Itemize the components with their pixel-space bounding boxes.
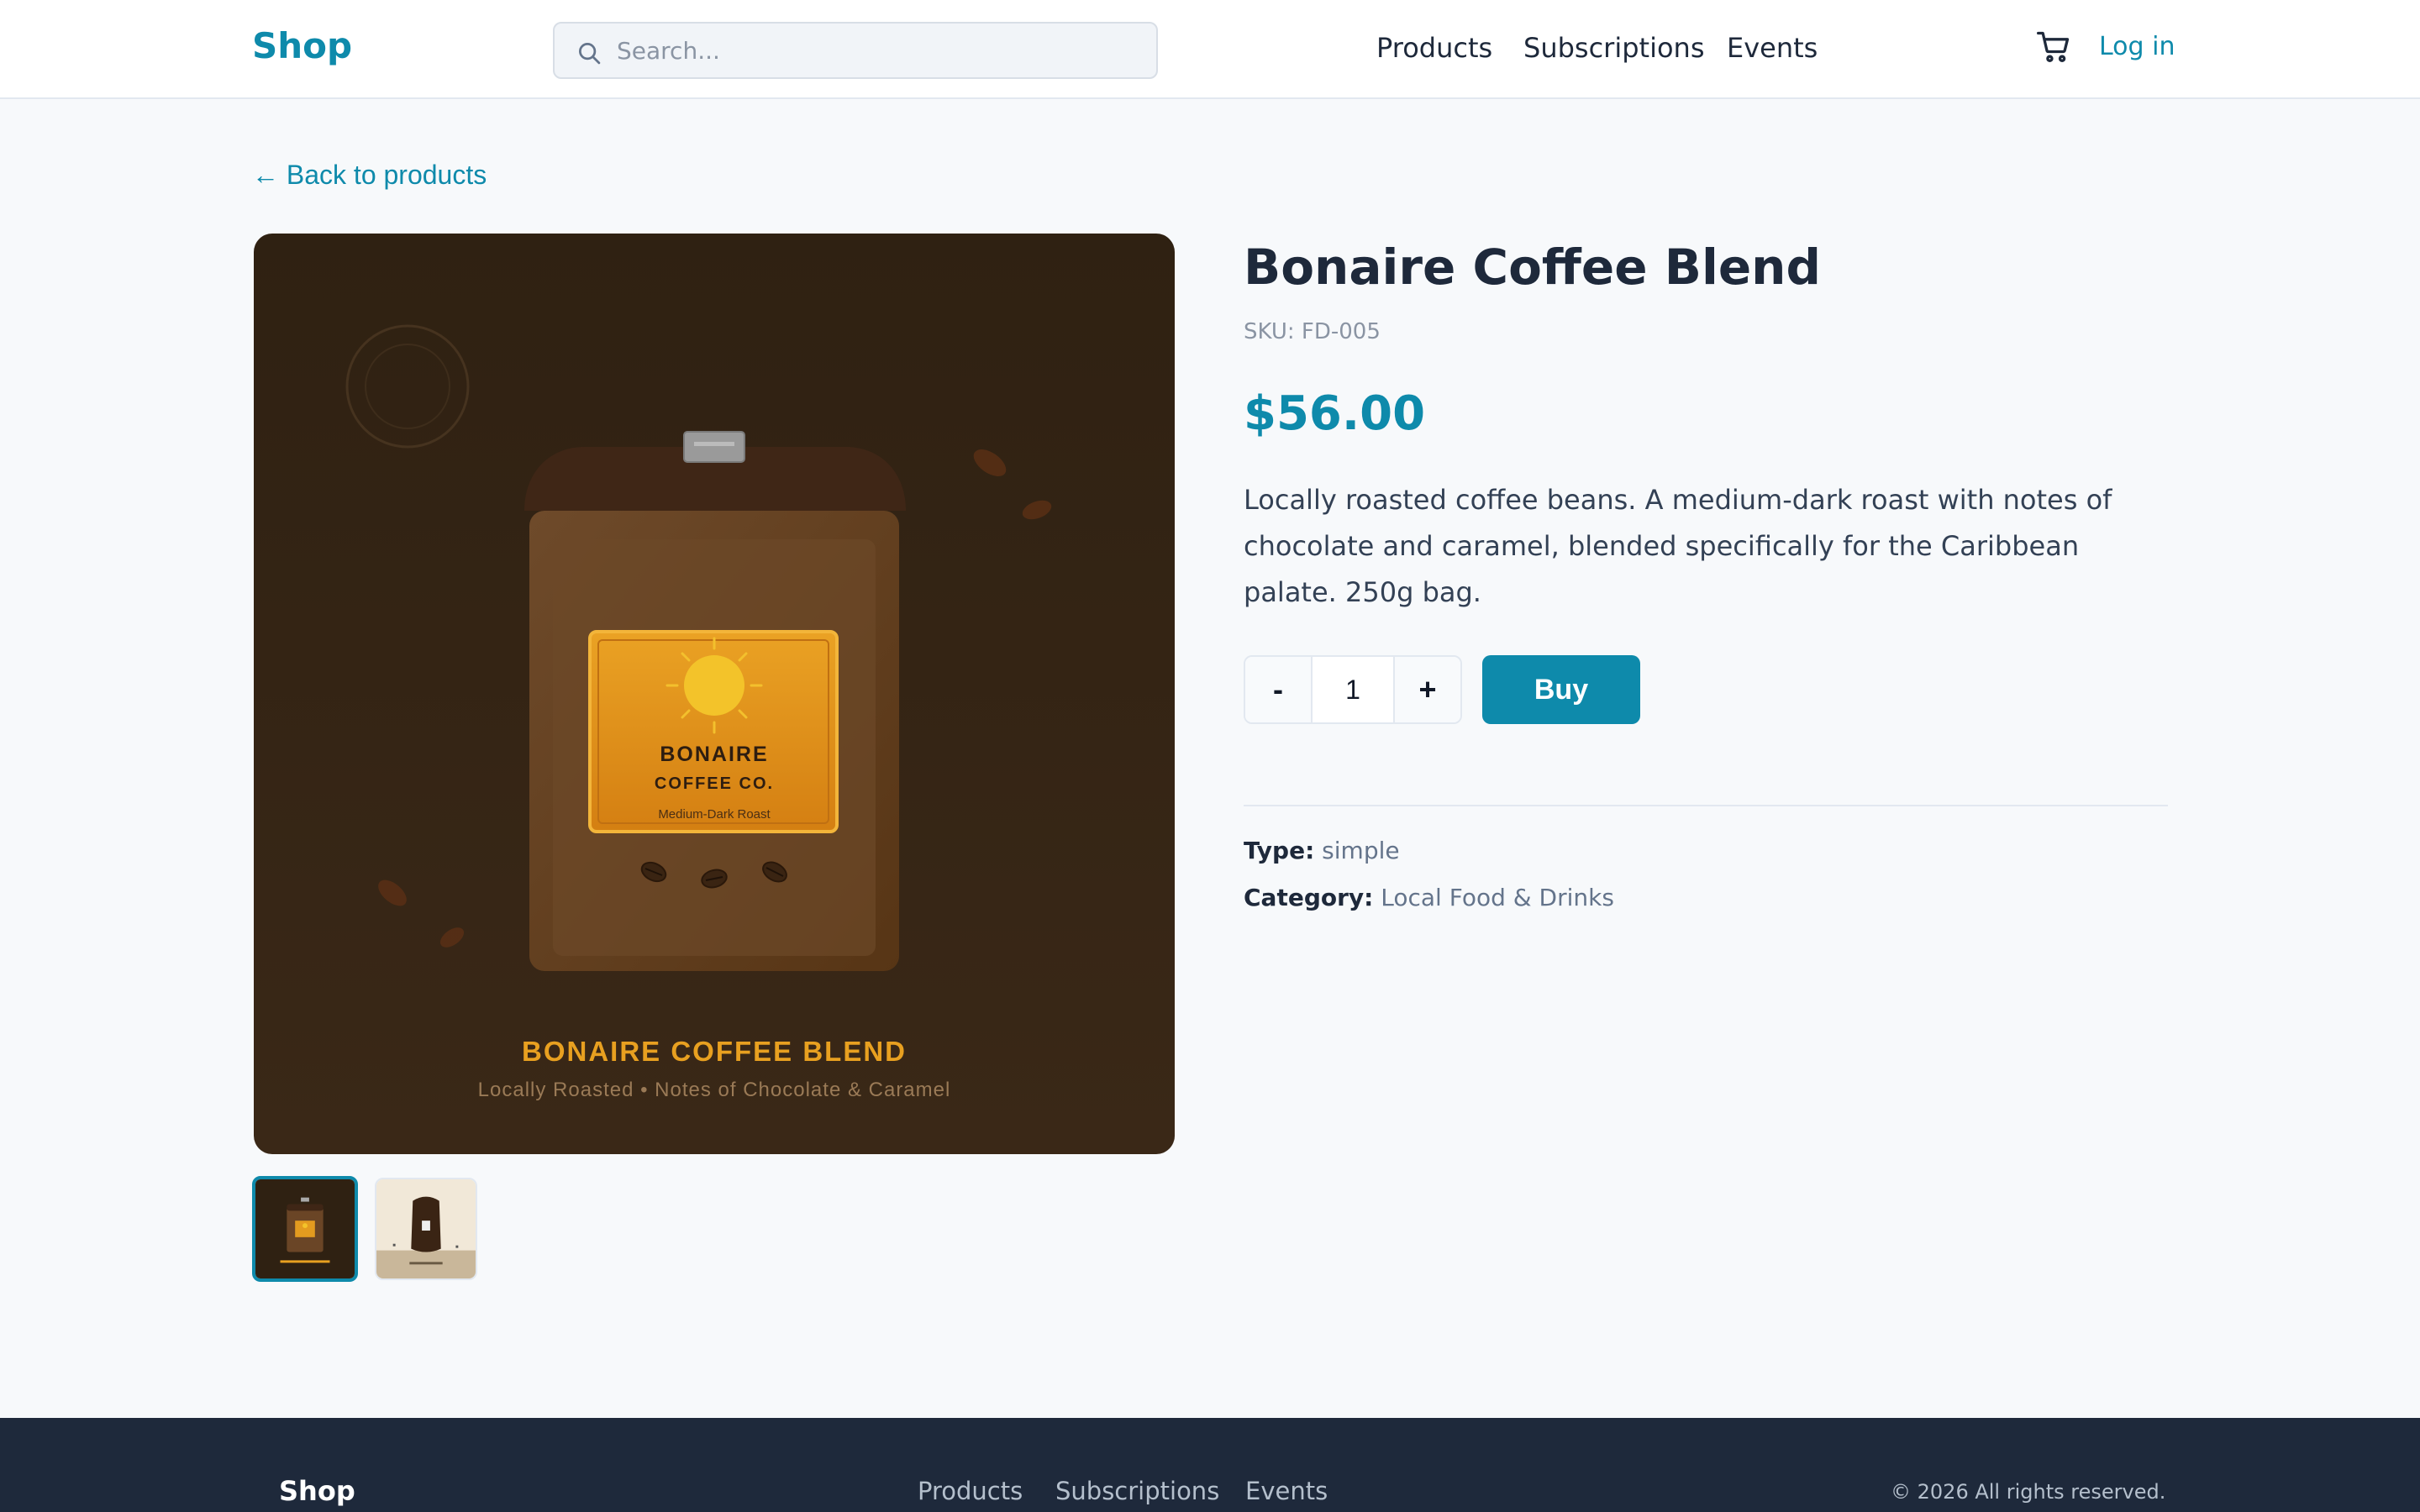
nav-events[interactable]: Events	[1727, 32, 1818, 64]
product-description: Locally roasted coffee beans. A medium-d…	[1244, 484, 2112, 608]
product-type: Type: simple	[1244, 837, 1400, 864]
footer-link-subscriptions[interactable]: Subscriptions	[1055, 1477, 1219, 1505]
label-roast-text: Medium-Dark Roast	[658, 807, 771, 822]
buy-button[interactable]: Buy	[1482, 655, 1640, 724]
product-sku: SKU: FD-005	[1244, 319, 1381, 344]
search-input[interactable]	[617, 24, 1138, 77]
search-icon	[579, 43, 601, 65]
site-logo[interactable]: Shop	[252, 25, 352, 66]
login-link[interactable]: Log in	[2099, 32, 2175, 61]
details-divider	[1244, 805, 2168, 806]
product-main-image: BONAIRE COFFEE CO. Medium-Dark Roast BON…	[254, 234, 1175, 1154]
site-footer: Shop Products Subscriptions Events © 202…	[0, 1418, 2420, 1512]
product-category: Category: Local Food & Drinks	[1244, 884, 1614, 911]
image-caption-title: BONAIRE COFFEE BLEND	[522, 1036, 907, 1067]
product-title: Bonaire Coffee Blend	[1244, 239, 1821, 296]
nav-subscriptions[interactable]: Subscriptions	[1523, 32, 1705, 64]
footer-link-products[interactable]: Products	[918, 1477, 1023, 1505]
search-box[interactable]	[553, 22, 1158, 79]
quantity-stepper: - 1 +	[1244, 655, 1462, 724]
nav-products[interactable]: Products	[1376, 32, 1492, 64]
quantity-increase-button[interactable]: +	[1393, 657, 1460, 722]
cart-icon[interactable]	[2035, 29, 2072, 66]
product-type-value: simple	[1322, 837, 1400, 864]
label-company-text: COFFEE CO.	[655, 774, 774, 793]
product-category-value: Local Food & Drinks	[1381, 884, 1614, 911]
footer-link-events[interactable]: Events	[1245, 1477, 1328, 1505]
quantity-value[interactable]: 1	[1314, 657, 1392, 722]
footer-logo[interactable]: Shop	[279, 1475, 355, 1507]
back-to-products-link[interactable]: ← Back to products	[252, 160, 487, 191]
image-caption-subtitle: Locally Roasted • Notes of Chocolate & C…	[478, 1079, 951, 1101]
thumbnail-2[interactable]	[375, 1178, 477, 1280]
label-brand-text: BONAIRE	[660, 743, 768, 766]
copyright-text: © 2026 All rights reserved.	[1891, 1480, 2166, 1504]
quantity-decrease-button[interactable]: -	[1245, 657, 1313, 722]
product-type-label: Type:	[1244, 837, 1315, 864]
site-header: Shop Products Subscriptions Events Log i…	[0, 0, 2420, 99]
product-price: $56.00	[1244, 386, 1426, 441]
product-category-label: Category:	[1244, 884, 1374, 911]
thumbnail-1[interactable]	[252, 1176, 358, 1282]
